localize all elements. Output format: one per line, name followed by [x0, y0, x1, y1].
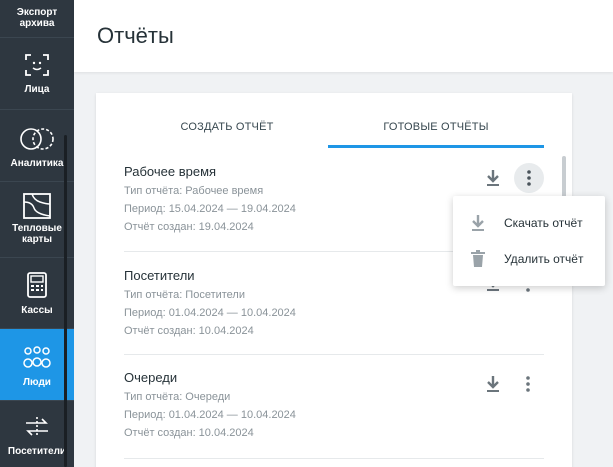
report-item: Очереди Тип отчёта: Очереди Период: 01.0…	[124, 370, 544, 439]
page-title: Отчёты	[97, 23, 174, 48]
sidebar-item-people[interactable]: Люди	[0, 329, 74, 401]
report-type: Тип отчёта: Посетители	[124, 289, 245, 301]
tab-create-report[interactable]: СОЗДАТЬ ОТЧЁТ	[110, 121, 344, 133]
sidebar-item-archive-export[interactable]: Экспорт архива	[0, 0, 74, 38]
sidebar-item-label: Кассы	[21, 305, 53, 316]
sidebar-item-label: Аналитика	[10, 158, 64, 169]
sidebar-item-label: Люди	[23, 377, 51, 388]
people-icon	[23, 346, 51, 368]
more-vertical-icon[interactable]	[526, 376, 530, 392]
analytics-icon	[20, 128, 54, 150]
divider	[124, 458, 544, 459]
sidebar-scrollbar[interactable]	[64, 135, 67, 467]
divider	[124, 354, 544, 355]
active-tab-indicator	[328, 145, 544, 148]
sidebar-item-analytics[interactable]: Аналитика	[0, 110, 74, 182]
sidebar-item-label: Лица	[24, 84, 50, 95]
cash-register-icon	[27, 272, 47, 298]
report-created: Отчёт создан: 10.04.2024	[124, 427, 254, 439]
sidebar-item-heatmaps[interactable]: Тепловые карты	[0, 182, 74, 258]
more-vertical-icon	[527, 170, 531, 186]
report-type: Тип отчёта: Очереди	[124, 391, 231, 403]
download-icon[interactable]	[485, 169, 501, 187]
menu-item-download[interactable]: Скачать отчёт	[453, 205, 605, 241]
heatmap-icon	[23, 193, 51, 219]
visitors-icon	[26, 417, 48, 437]
sidebar-item-label: Посетители	[7, 446, 67, 457]
download-icon[interactable]	[485, 375, 501, 393]
sidebar-item-visitors[interactable]: Посетители	[0, 401, 74, 467]
report-period: Период: 01.04.2024 — 10.04.2024	[124, 409, 296, 421]
more-button[interactable]	[514, 163, 544, 193]
sidebar-item-faces[interactable]: Лица	[0, 38, 74, 110]
sidebar-item-label: Экспорт архива	[16, 7, 58, 29]
sidebar-item-label: Тепловые карты	[12, 223, 62, 245]
report-actions-menu: Скачать отчёт Удалить отчёт	[453, 196, 605, 286]
report-created: Отчёт создан: 10.04.2024	[124, 325, 254, 337]
report-name: Рабочее время	[124, 164, 217, 179]
report-name: Очереди	[124, 370, 178, 385]
sidebar: Экспорт архива Лица Аналитика Тепловые к…	[0, 0, 74, 467]
menu-item-delete[interactable]: Удалить отчёт	[453, 241, 605, 277]
menu-item-label: Скачать отчёт	[504, 216, 583, 230]
face-scan-icon	[25, 54, 49, 76]
menu-item-label: Удалить отчёт	[504, 252, 584, 266]
report-period: Период: 01.04.2024 — 10.04.2024	[124, 307, 296, 319]
tab-ready-reports[interactable]: ГОТОВЫЕ ОТЧЁТЫ	[328, 121, 544, 133]
page-header: Отчёты	[74, 0, 613, 72]
sidebar-item-cash-registers[interactable]: Кассы	[0, 258, 74, 329]
trash-icon	[471, 250, 485, 267]
download-icon	[472, 215, 484, 231]
